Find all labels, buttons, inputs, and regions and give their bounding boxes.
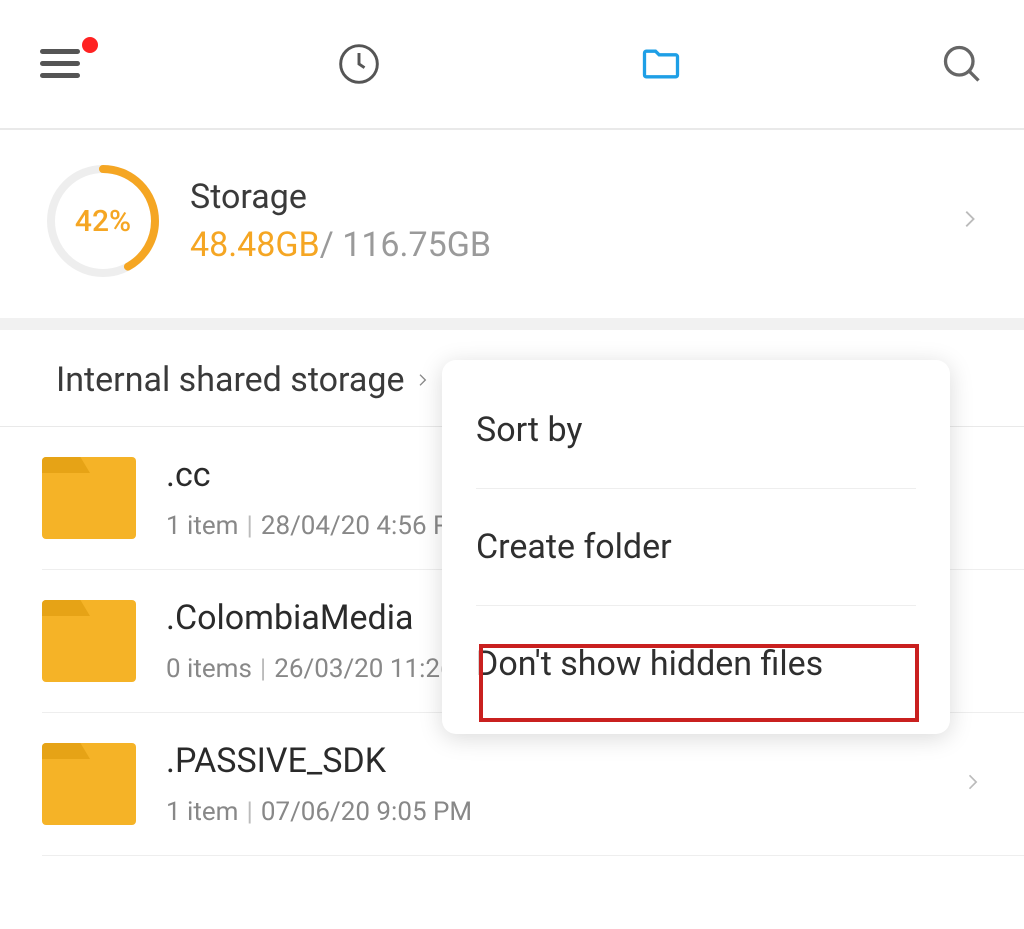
- storage-ring-icon: 42%: [44, 162, 162, 280]
- search-button[interactable]: [940, 42, 984, 86]
- storage-sep: /: [320, 225, 342, 265]
- storage-info: Storage 48.48GB/ 116.75GB: [190, 177, 491, 265]
- menu-sort-by[interactable]: Sort by: [442, 372, 950, 488]
- recent-tab[interactable]: [337, 42, 381, 86]
- search-icon: [940, 41, 984, 87]
- storage-summary[interactable]: 42% Storage 48.48GB/ 116.75GB: [0, 130, 1024, 330]
- folder-icon: [639, 42, 683, 86]
- folder-row[interactable]: .PASSIVE_SDK 1 item|07/06/20 9:05 PM: [42, 713, 1024, 856]
- chevron-right-icon: [414, 366, 430, 394]
- folder-name: .PASSIVE_SDK: [166, 741, 472, 781]
- folders-tab[interactable]: [639, 42, 683, 86]
- folder-name: .ColombiaMedia: [166, 598, 455, 638]
- breadcrumb-label: Internal shared storage: [56, 360, 404, 400]
- folder-meta: 0 items|26/03/20 11:26: [166, 654, 455, 684]
- menu-button[interactable]: [40, 49, 80, 79]
- notification-dot-icon: [82, 37, 98, 53]
- storage-used: 48.48GB: [190, 225, 320, 265]
- storage-total: 116.75GB: [342, 225, 491, 265]
- chevron-right-icon: [958, 200, 980, 242]
- menu-create-folder[interactable]: Create folder: [442, 489, 950, 605]
- storage-title: Storage: [190, 177, 491, 217]
- folder-name: .cc: [166, 455, 472, 495]
- app-bar: [0, 0, 1024, 130]
- overflow-menu: Sort by Create folder Don't show hidden …: [442, 360, 950, 734]
- storage-percent: 42%: [44, 162, 162, 280]
- folder-meta: 1 item|07/06/20 9:05 PM: [166, 797, 472, 827]
- menu-toggle-hidden[interactable]: Don't show hidden files: [442, 606, 950, 722]
- clock-icon: [337, 42, 381, 86]
- folder-icon: [42, 743, 136, 825]
- folder-meta: 1 item|28/04/20 4:56 PM: [166, 511, 472, 541]
- chevron-right-icon: [962, 765, 982, 803]
- folder-icon: [42, 457, 136, 539]
- folder-icon: [42, 600, 136, 682]
